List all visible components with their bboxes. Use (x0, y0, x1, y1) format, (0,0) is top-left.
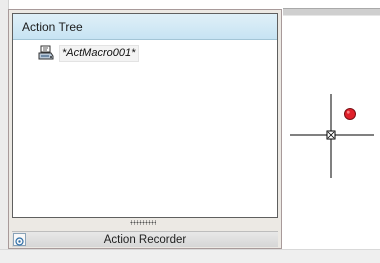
action-recorder-palette: Action Tree *ActMacro001* Action Recorde… (8, 9, 282, 249)
action-tree-panel: Action Tree *ActMacro001* (12, 13, 278, 218)
action-tree-title: Action Tree (22, 20, 83, 34)
action-tree-header: Action Tree (13, 14, 277, 40)
drawing-area-top-divider (283, 8, 380, 16)
window-bottom-frame (0, 249, 380, 263)
macro-icon (38, 45, 54, 61)
action-recorder-label: Action Recorder (103, 234, 187, 246)
action-recorder-footer: Action Recorder (12, 231, 278, 247)
tree-item-actmacro[interactable]: *ActMacro001* (38, 44, 140, 62)
crosshair-cursor-icon (290, 94, 374, 178)
record-indicator-icon (343, 107, 357, 121)
palette-resize-grip[interactable] (130, 220, 156, 225)
tree-item-label: *ActMacro001* (59, 44, 140, 62)
